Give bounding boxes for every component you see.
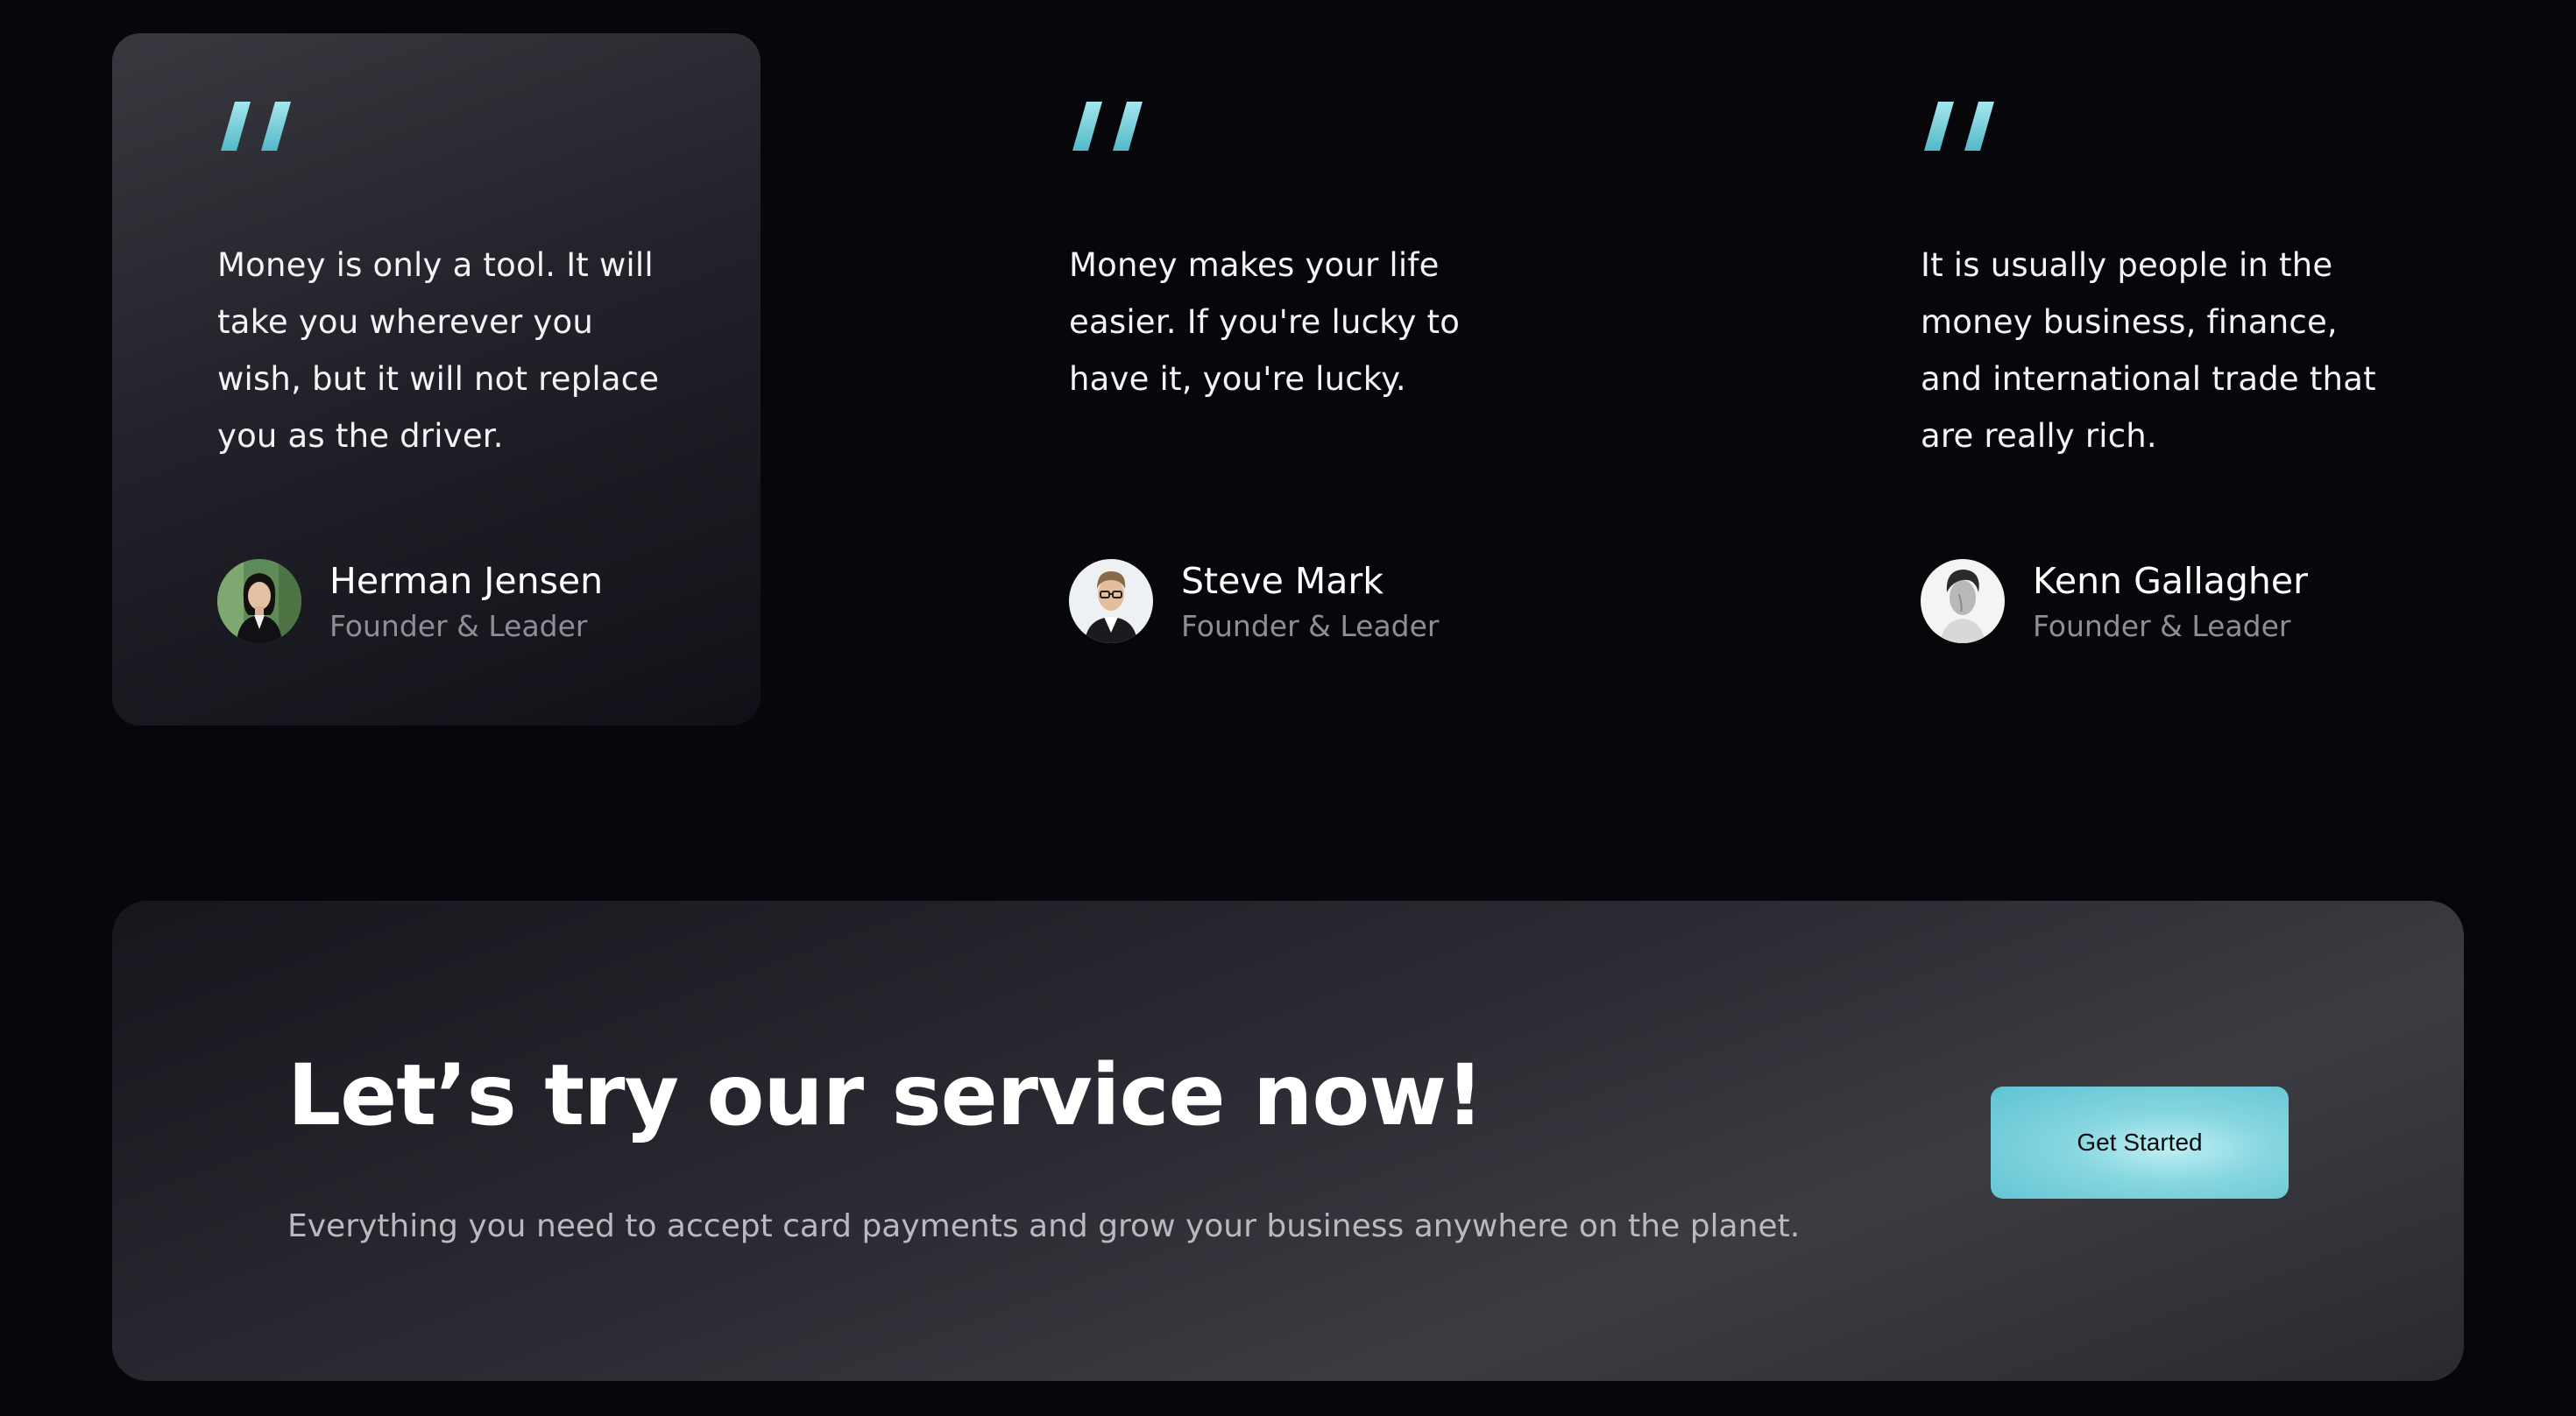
man-bw-portrait-avatar-icon: [1921, 559, 2005, 643]
author-name: Steve Mark: [1181, 560, 1384, 602]
author-role: Founder & Leader: [1181, 609, 1440, 643]
avatar: [217, 559, 301, 643]
testimonial-quote: Money is only a tool. It will take you w…: [217, 246, 660, 455]
testimonial-author: Steve Mark Founder & Leader: [1069, 557, 1440, 645]
woman-portrait-avatar-icon: [217, 559, 301, 643]
cta-subtitle: Everything you need to accept card payme…: [287, 1208, 1801, 1244]
testimonial-author: Kenn Gallagher Founder & Leader: [1921, 557, 2308, 645]
quote-mark-icon: [1924, 102, 1994, 151]
author-name: Kenn Gallagher: [2033, 560, 2308, 602]
author-role: Founder & Leader: [2033, 609, 2291, 643]
author-info: Herman Jensen Founder & Leader: [329, 558, 603, 644]
testimonial-card: It is usually people in the money busine…: [1815, 33, 2464, 726]
man-with-glasses-avatar-icon: [1069, 559, 1153, 643]
quote-mark-icon: [221, 102, 291, 151]
cta-title: Let’s try our service now!: [287, 1046, 1484, 1144]
avatar: [1069, 559, 1153, 643]
avatar: [1921, 559, 2005, 643]
page: Money is only a tool. It will take you w…: [0, 0, 2576, 1416]
author-info: Kenn Gallagher Founder & Leader: [2033, 558, 2308, 644]
author-name: Herman Jensen: [329, 560, 604, 602]
author-info: Steve Mark Founder & Leader: [1181, 558, 1440, 644]
testimonial-card: Money makes your life easier. If you're …: [964, 33, 1612, 726]
quote-mark-icon: [1072, 102, 1143, 151]
testimonial-quote: It is usually people in the money busine…: [1921, 246, 2376, 455]
author-role: Founder & Leader: [329, 609, 588, 643]
testimonial-card: Money is only a tool. It will take you w…: [112, 33, 761, 726]
testimonial-quote: Money makes your life easier. If you're …: [1069, 246, 1461, 398]
get-started-button[interactable]: Get Started: [1991, 1087, 2289, 1199]
testimonial-author: Herman Jensen Founder & Leader: [217, 557, 603, 645]
cta-banner: Let’s try our service now! Everything yo…: [112, 901, 2464, 1381]
